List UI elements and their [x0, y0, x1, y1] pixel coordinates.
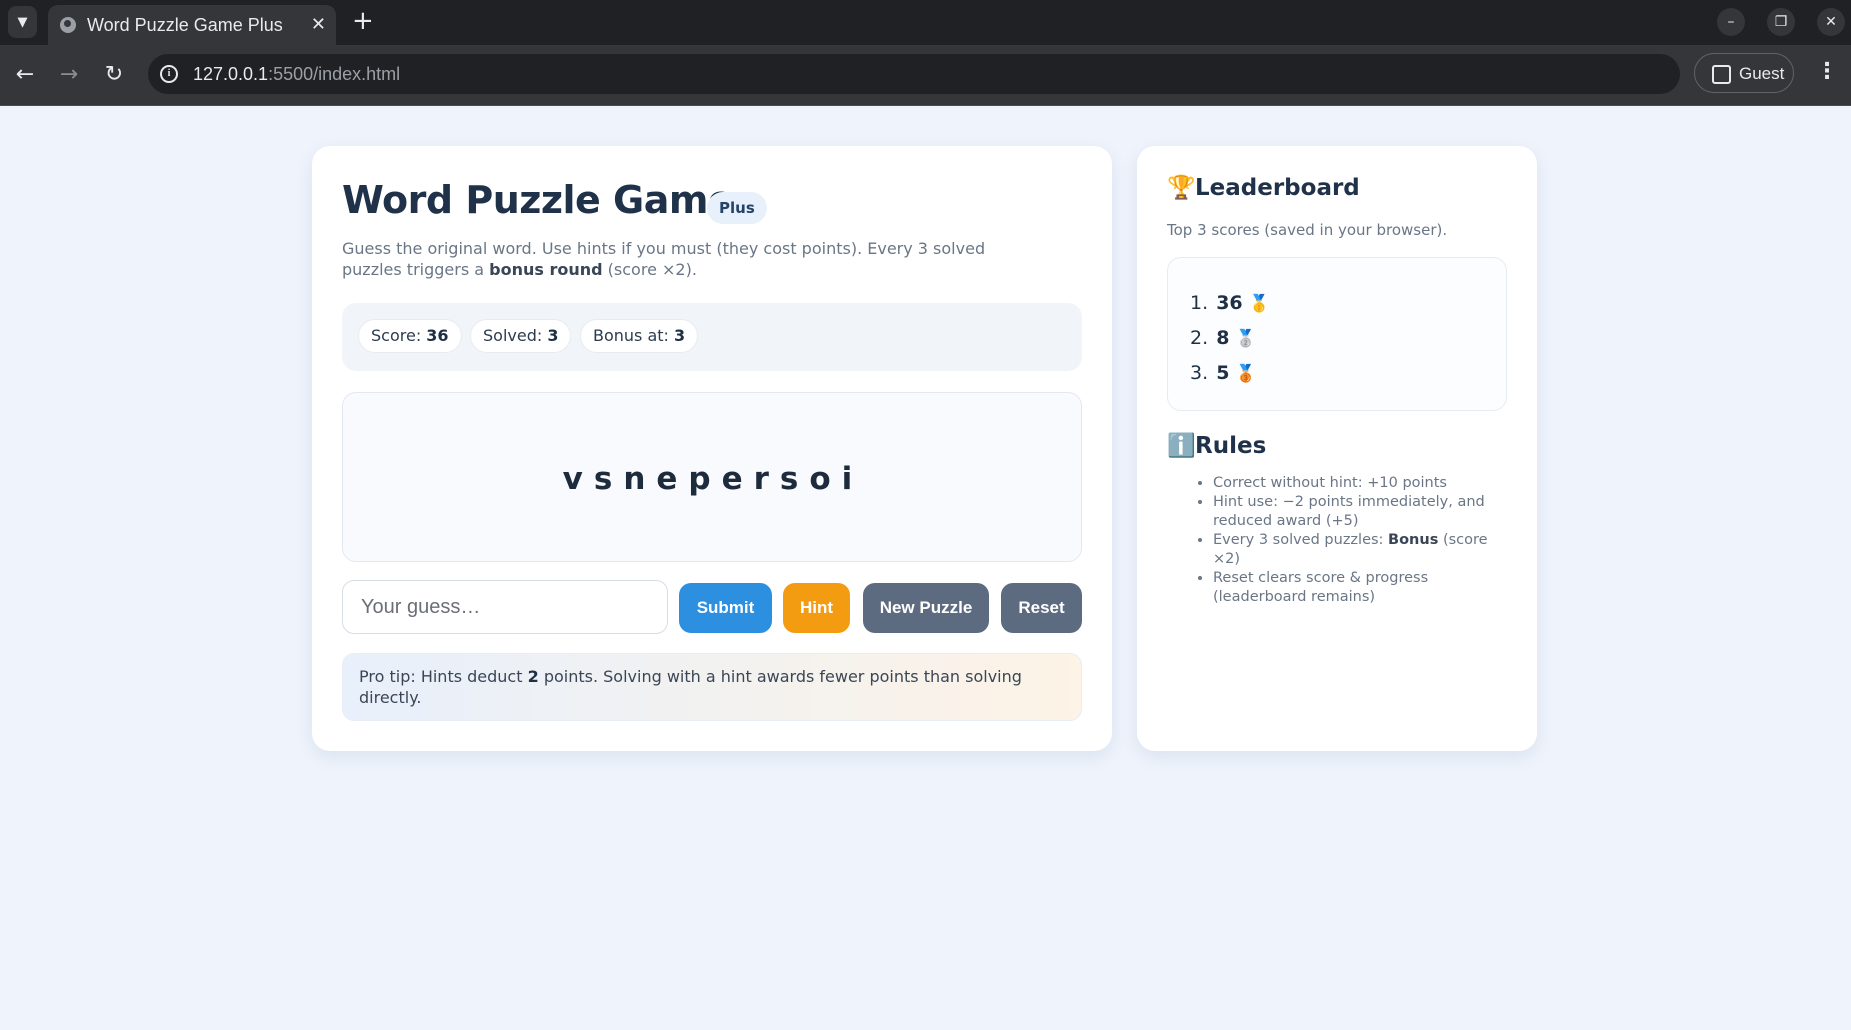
page-title: Word Puzzle Game: [342, 178, 734, 222]
leaderboard-subtitle: Top 3 scores (saved in your browser).: [1167, 221, 1448, 239]
leaderboard-heading: 🏆Leaderboard: [1167, 175, 1360, 201]
game-card: Word Puzzle Game Plus Guess the original…: [312, 146, 1112, 751]
leaderboard-entry: 2. 8 🥈: [1190, 327, 1257, 349]
leaderboard-list: 1. 36 🥇 2. 8 🥈 3. 5 🥉: [1167, 257, 1507, 411]
sidebar-card: 🏆Leaderboard Top 3 scores (saved in your…: [1137, 146, 1537, 751]
more-menu-icon[interactable]: ⋮: [1816, 59, 1838, 84]
pro-tip: Pro tip: Hints deduct 2 points. Solving …: [342, 653, 1082, 721]
info-icon: ℹ️: [1167, 433, 1196, 459]
browser-toolbar: ← → ↻ i 127.0.0.1:5500/index.html Guest …: [0, 45, 1851, 106]
reload-icon[interactable]: ↻: [99, 59, 129, 89]
rule-item: Reset clears score & progress (leaderboa…: [1213, 569, 1503, 607]
info-icon[interactable]: i: [160, 65, 178, 83]
stats-bar: Score: 36 Solved: 3 Bonus at: 3: [342, 303, 1082, 371]
rules-list: Correct without hint: +10 points Hint us…: [1199, 474, 1503, 607]
restore-icon[interactable]: ❐: [1767, 8, 1795, 36]
reset-button[interactable]: Reset: [1001, 583, 1082, 633]
back-arrow-icon[interactable]: ←: [10, 59, 40, 89]
globe-icon: [60, 17, 76, 33]
scrambled-word: vsnepersoi: [562, 461, 864, 497]
rules-heading: ℹ️Rules: [1167, 433, 1267, 459]
minimize-icon[interactable]: –: [1717, 8, 1745, 36]
profile-label: Guest: [1739, 64, 1785, 83]
browser-tab[interactable]: Word Puzzle Game Plus ✕: [48, 5, 336, 45]
close-window-icon[interactable]: ✕: [1817, 8, 1845, 36]
leaderboard-entry: 3. 5 🥉: [1190, 362, 1257, 384]
browser-tab-bar: ▼ Word Puzzle Game Plus ✕ + – ❐ ✕: [0, 0, 1851, 45]
submit-button[interactable]: Submit: [679, 583, 772, 633]
rule-item: Hint use: −2 points immediately, and red…: [1213, 493, 1503, 531]
scrambled-word-panel: vsnepersoi: [342, 392, 1082, 562]
url-text[interactable]: 127.0.0.1:5500/index.html: [193, 64, 400, 85]
chevron-down-icon: ▼: [17, 14, 28, 30]
tab-title: Word Puzzle Game Plus: [87, 15, 283, 35]
tab-search-button[interactable]: ▼: [8, 6, 37, 38]
close-icon[interactable]: ✕: [311, 14, 326, 35]
leaderboard-entry: 1. 36 🥇: [1190, 292, 1270, 314]
address-bar[interactable]: i 127.0.0.1:5500/index.html: [148, 54, 1680, 94]
gold-medal-icon: 🥇: [1248, 294, 1270, 314]
game-description: Guess the original word. Use hints if yo…: [342, 239, 986, 279]
bonus-pill: Bonus at: 3: [580, 319, 699, 353]
bronze-medal-icon: 🥉: [1235, 364, 1257, 384]
solved-pill: Solved: 3: [470, 319, 572, 353]
trophy-icon: 🏆: [1167, 175, 1196, 201]
person-icon: [1712, 65, 1731, 84]
rule-item: Correct without hint: +10 points: [1213, 474, 1503, 493]
profile-button[interactable]: Guest: [1694, 53, 1794, 93]
hint-button[interactable]: Hint: [783, 583, 850, 633]
forward-arrow-icon[interactable]: →: [54, 59, 84, 89]
new-puzzle-button[interactable]: New Puzzle: [863, 583, 989, 633]
new-tab-button[interactable]: +: [352, 6, 374, 36]
rule-item: Every 3 solved puzzles: Bonus (score ×2): [1213, 531, 1503, 569]
guess-input[interactable]: [342, 580, 668, 634]
plus-badge: Plus: [707, 192, 767, 224]
silver-medal-icon: 🥈: [1235, 329, 1257, 349]
score-pill: Score: 36: [358, 319, 462, 353]
